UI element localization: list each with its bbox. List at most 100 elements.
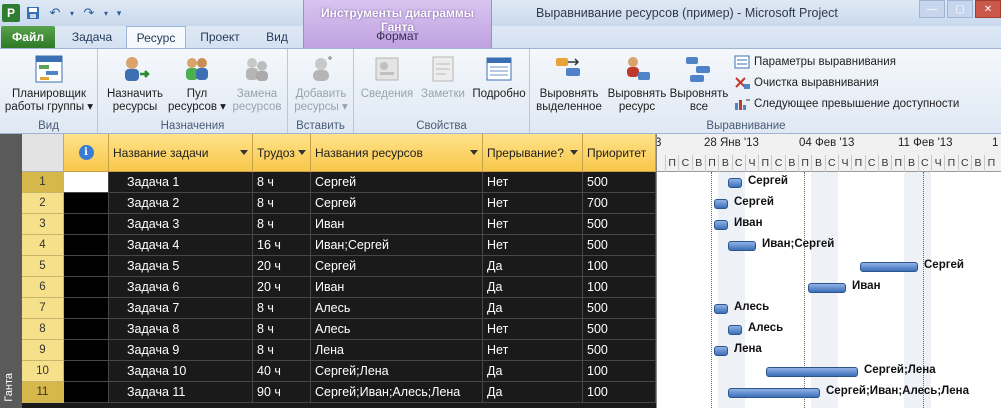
undo-dropdown-icon[interactable]: ▾: [68, 4, 76, 22]
work-cell[interactable]: 8 ч: [253, 193, 311, 214]
tab-task[interactable]: Задача: [62, 26, 122, 48]
next-overallocation-button[interactable]: Следующее превышение доступности: [734, 95, 959, 113]
table-row[interactable]: 5 Задача 5 20 ч Сергей Да 100: [22, 256, 656, 277]
indicator-cell[interactable]: [64, 382, 109, 403]
gantt-task-bar[interactable]: [728, 178, 742, 188]
filter-dropdown-icon[interactable]: [470, 150, 478, 155]
task-name-cell[interactable]: Задача 7: [109, 298, 253, 319]
level-resource-button[interactable]: Выровнять ресурс: [606, 53, 668, 114]
filter-dropdown-icon[interactable]: [240, 150, 248, 155]
indicator-cell[interactable]: [64, 361, 109, 382]
gantt-task-bar[interactable]: [714, 220, 728, 230]
col-task-name[interactable]: Название задачи: [109, 134, 253, 172]
view-bar[interactable]: Ганта: [0, 134, 22, 408]
splitting-cell[interactable]: Нет: [483, 193, 583, 214]
undo-icon[interactable]: ↶: [46, 4, 64, 22]
work-cell[interactable]: 40 ч: [253, 361, 311, 382]
resource-names-cell[interactable]: Сергей: [311, 256, 483, 277]
priority-cell[interactable]: 500: [583, 172, 656, 193]
work-cell[interactable]: 8 ч: [253, 214, 311, 235]
table-row[interactable]: 4 Задача 4 16 ч Иван;Сергей Нет 500: [22, 235, 656, 256]
priority-cell[interactable]: 500: [583, 214, 656, 235]
splitting-cell[interactable]: Да: [483, 298, 583, 319]
resource-names-cell[interactable]: Иван: [311, 214, 483, 235]
indicator-cell[interactable]: [64, 256, 109, 277]
table-row[interactable]: 8 Задача 88 ч Алесь Нет 500: [22, 319, 656, 340]
resource-names-cell[interactable]: Сергей;Лена: [311, 361, 483, 382]
gantt-task-bar[interactable]: [728, 325, 742, 335]
tab-file[interactable]: Файл: [1, 26, 55, 48]
tab-format[interactable]: Формат: [304, 29, 491, 43]
priority-cell[interactable]: 700: [583, 193, 656, 214]
maximize-icon[interactable]: ▢: [947, 0, 973, 18]
indicator-cell[interactable]: [64, 172, 109, 193]
resource-names-cell[interactable]: Лена: [311, 340, 483, 361]
splitting-cell[interactable]: Нет: [483, 172, 583, 193]
indicators-column-header[interactable]: i: [64, 134, 109, 172]
task-name-cell[interactable]: Задача 3: [109, 214, 253, 235]
splitting-cell[interactable]: Нет: [483, 319, 583, 340]
table-row[interactable]: 9 Задача 98 ч Лена Нет 500: [22, 340, 656, 361]
customize-qat-icon[interactable]: ▾: [114, 4, 124, 22]
row-number[interactable]: 9: [22, 340, 64, 361]
task-name-cell[interactable]: Задача 1: [109, 172, 253, 193]
table-row[interactable]: 3 Задача 38 ч Иван Нет 500: [22, 214, 656, 235]
col-priority[interactable]: Приоритет: [583, 134, 656, 172]
redo-icon[interactable]: ↷: [80, 4, 98, 22]
level-all-button[interactable]: Выровнять все: [670, 53, 728, 114]
work-cell[interactable]: 20 ч: [253, 256, 311, 277]
gantt-task-bar[interactable]: [714, 304, 728, 314]
gantt-task-bar[interactable]: [714, 346, 728, 356]
task-name-cell[interactable]: Задача 5: [109, 256, 253, 277]
table-row[interactable]: 1 Задача 18 ч Сергей Нет 500: [22, 172, 656, 193]
indicator-cell[interactable]: [64, 340, 109, 361]
priority-cell[interactable]: 500: [583, 235, 656, 256]
task-name-cell[interactable]: Задача 9: [109, 340, 253, 361]
minimize-icon[interactable]: —: [919, 0, 945, 18]
gantt-task-bar[interactable]: [728, 241, 756, 251]
row-number[interactable]: 3: [22, 214, 64, 235]
priority-cell[interactable]: 500: [583, 319, 656, 340]
filter-dropdown-icon[interactable]: [298, 150, 306, 155]
tab-view[interactable]: Вид: [254, 26, 300, 48]
table-row[interactable]: 11 Задача 11 90 ч Сергей;Иван;Алесь;Лена Да 1…: [22, 382, 656, 403]
work-cell[interactable]: 90 ч: [253, 382, 311, 403]
resource-pool-button[interactable]: Пул ресурсов ▾: [168, 53, 226, 114]
col-resource-names[interactable]: Названия ресурсов: [311, 134, 483, 172]
col-splitting[interactable]: Прерывание?: [483, 134, 583, 172]
table-row[interactable]: 6 Задача 6 20 ч Иван Да 100: [22, 277, 656, 298]
splitting-cell[interactable]: Да: [483, 256, 583, 277]
project-app-icon[interactable]: P: [2, 4, 20, 22]
indicator-cell[interactable]: [64, 214, 109, 235]
indicator-cell[interactable]: [64, 298, 109, 319]
resource-names-cell[interactable]: Иван;Сергей: [311, 235, 483, 256]
row-number[interactable]: 4: [22, 235, 64, 256]
select-all-cell[interactable]: [22, 134, 64, 172]
gantt-task-bar[interactable]: [714, 199, 728, 209]
redo-dropdown-icon[interactable]: ▾: [102, 4, 110, 22]
priority-cell[interactable]: 100: [583, 382, 656, 403]
row-number[interactable]: 2: [22, 193, 64, 214]
work-cell[interactable]: 8 ч: [253, 340, 311, 361]
indicator-cell[interactable]: [64, 319, 109, 340]
gantt-task-bar[interactable]: [808, 283, 846, 293]
priority-cell[interactable]: 100: [583, 277, 656, 298]
task-name-cell[interactable]: Задача 4: [109, 235, 253, 256]
tab-resource[interactable]: Ресурс: [126, 26, 186, 49]
row-number[interactable]: 7: [22, 298, 64, 319]
close-icon[interactable]: ✕: [975, 0, 1001, 18]
splitting-cell[interactable]: Да: [483, 382, 583, 403]
leveling-options-button[interactable]: Параметры выравнивания: [734, 53, 896, 71]
splitting-cell[interactable]: Нет: [483, 340, 583, 361]
priority-cell[interactable]: 100: [583, 361, 656, 382]
gantt-task-bar[interactable]: [766, 367, 858, 377]
row-number[interactable]: 8: [22, 319, 64, 340]
work-cell[interactable]: 20 ч: [253, 277, 311, 298]
priority-cell[interactable]: 500: [583, 298, 656, 319]
priority-cell[interactable]: 500: [583, 340, 656, 361]
task-name-cell[interactable]: Задача 10: [109, 361, 253, 382]
gantt-task-bar[interactable]: [728, 388, 820, 398]
task-name-cell[interactable]: Задача 11: [109, 382, 253, 403]
row-number[interactable]: 11: [22, 382, 64, 403]
resource-names-cell[interactable]: Алесь: [311, 298, 483, 319]
